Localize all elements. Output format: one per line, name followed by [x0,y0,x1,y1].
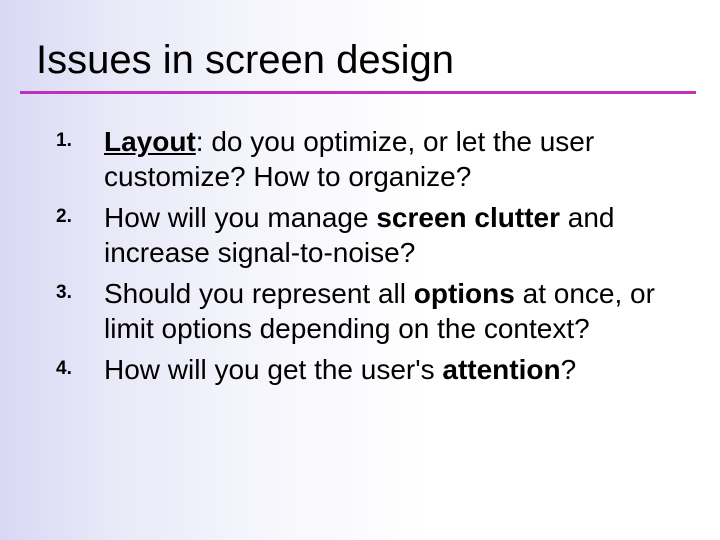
list-content: How will you get the user's attention? [104,352,576,387]
text-run: How will you manage [104,202,376,233]
list-number: 2. [56,200,104,228]
text-run: screen clutter [376,202,560,233]
text-run: Should you represent all [104,278,414,309]
list-number: 1. [56,124,104,152]
text-run: Layout [104,126,196,157]
text-run: How will you get the user's [104,354,442,385]
numbered-list: 1.Layout: do you optimize, or let the us… [0,94,720,387]
list-item: 1.Layout: do you optimize, or let the us… [56,124,672,194]
text-run: ? [561,354,577,385]
list-item: 4.How will you get the user's attention? [56,352,672,387]
list-number: 3. [56,276,104,304]
list-item: 3.Should you represent all options at on… [56,276,672,346]
list-content: Should you represent all options at once… [104,276,672,346]
list-number: 4. [56,352,104,380]
slide-title: Issues in screen design [0,0,720,91]
text-run: attention [442,354,560,385]
list-content: Layout: do you optimize, or let the user… [104,124,672,194]
list-item: 2.How will you manage screen clutter and… [56,200,672,270]
list-content: How will you manage screen clutter and i… [104,200,672,270]
text-run: options [414,278,515,309]
